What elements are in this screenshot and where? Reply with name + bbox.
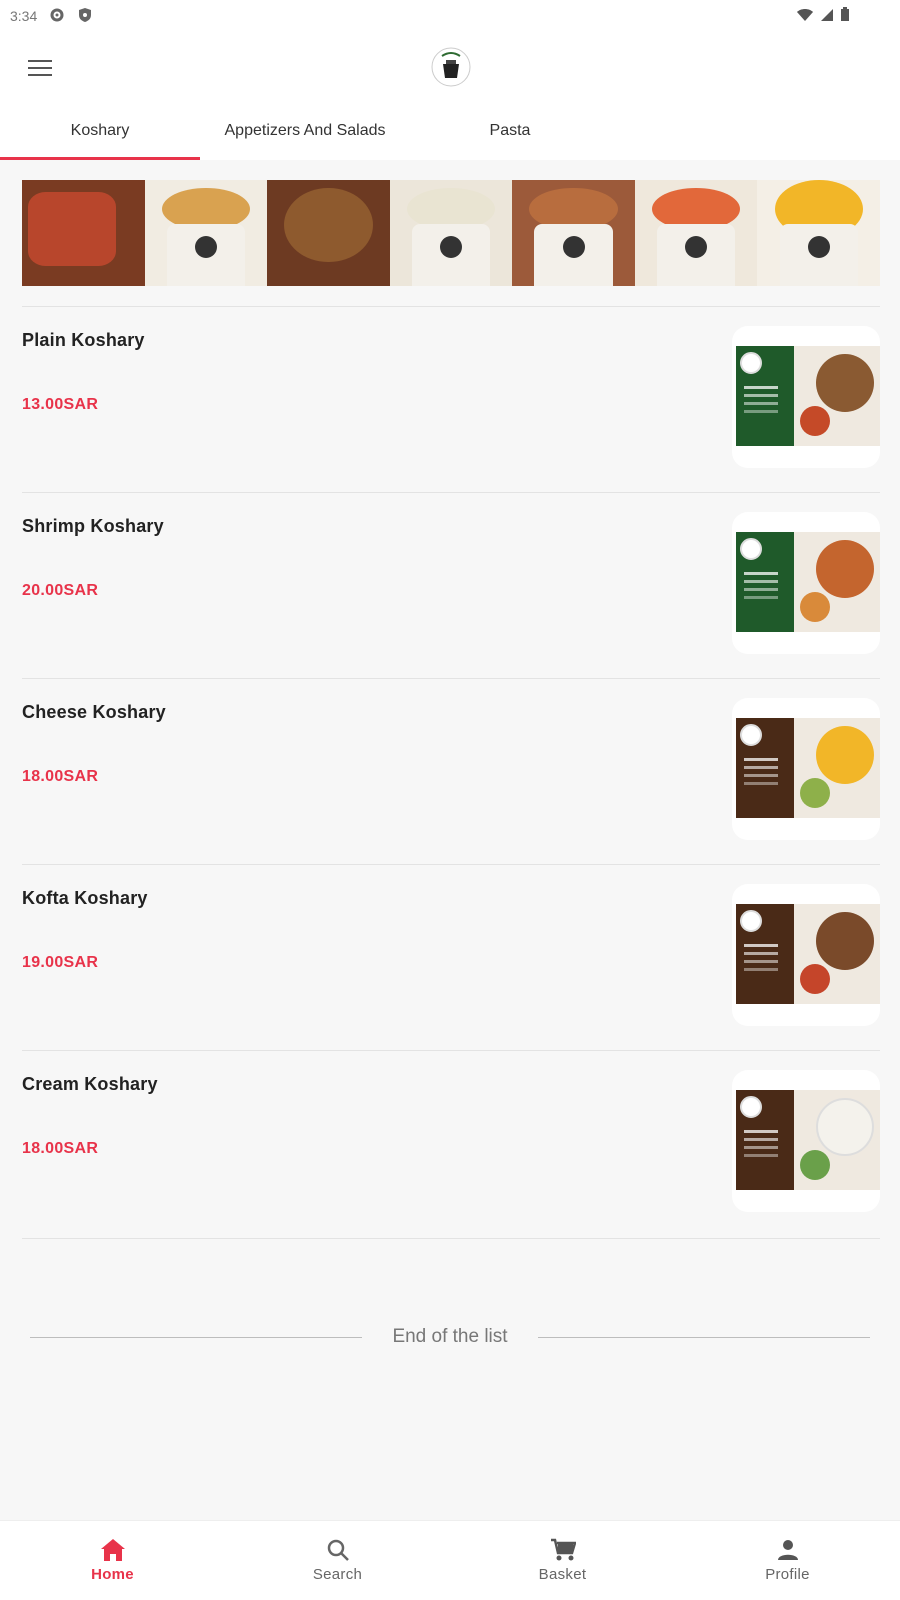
divider [22,864,880,865]
item-image-card[interactable] [732,1070,880,1212]
restaurant-logo [430,46,472,88]
item-image-card[interactable] [732,884,880,1026]
item-name: Plain Koshary [22,330,145,350]
wifi-icon [796,8,814,25]
end-line-left [30,1336,363,1338]
menu-item[interactable]: Cheese Koshary 18.00SAR [22,698,880,860]
menu-item[interactable]: Shrimp Koshary 20.00SAR [22,512,880,674]
category-banner-image [22,180,880,286]
nav-profile[interactable]: Profile [675,1521,900,1600]
status-bar: 3:34 [0,0,900,32]
settings-status-icon [49,7,65,26]
item-price: 20.00SAR [22,582,99,599]
divider [22,306,880,307]
shield-status-icon [77,7,93,26]
item-name: Shrimp Koshary [22,516,164,536]
status-right [796,7,890,25]
status-time: 3:34 [10,8,38,24]
item-name: Kofta Koshary [22,888,148,908]
tab-label: Koshary [70,122,130,139]
tab-label: Appetizers And Salads [224,122,386,139]
battery-icon [840,7,850,25]
app-bar [0,32,900,102]
item-image-card[interactable] [732,512,880,654]
item-image [736,346,880,446]
search-icon [327,1539,349,1561]
item-price: 18.00SAR [22,768,99,785]
banner-photo [144,180,268,286]
banner-photo [512,180,635,286]
item-price: 18.00SAR [22,1140,99,1157]
item-price: 13.00SAR [22,396,99,413]
nav-label: Home [91,1566,134,1583]
menu-item[interactable]: Kofta Koshary 19.00SAR [22,884,880,1046]
tab-appetizers-and-salads[interactable]: Appetizers And Salads [200,102,410,160]
bottom-navigation: Home Search Basket Profile [0,1520,900,1600]
end-of-list-text: End of the list [392,1326,508,1347]
item-name: Cream Koshary [22,1074,158,1094]
end-line-right [537,1336,870,1338]
banner-photo [757,180,880,286]
menu-item[interactable]: Plain Koshary 13.00SAR [22,326,880,488]
nav-search[interactable]: Search [225,1521,450,1600]
home-icon [100,1539,125,1561]
nav-label: Basket [538,1566,587,1583]
profile-icon [777,1540,798,1560]
item-image [736,904,880,1004]
app-screen: 3:34 Koshary Appetizers And Salads Pasta… [0,0,900,1600]
banner-photo [22,180,145,286]
divider [22,678,880,679]
cart-icon [550,1538,576,1561]
item-image [736,1090,880,1190]
divider [22,1050,880,1051]
tab-pasta[interactable]: Pasta [410,102,610,160]
item-image [736,532,880,632]
category-tabs: Koshary Appetizers And Salads Pasta [0,102,900,160]
hamburger-icon [28,60,52,76]
divider [22,492,880,493]
banner-photo [634,180,758,286]
menu-button[interactable] [24,52,56,84]
item-price: 19.00SAR [22,954,99,971]
nav-label: Profile [765,1566,810,1583]
banner-photo [267,180,390,286]
divider [22,1238,880,1239]
item-image-card[interactable] [732,326,880,468]
item-name: Cheese Koshary [22,702,166,722]
tab-label: Pasta [489,122,531,139]
tab-koshary[interactable]: Koshary [0,102,200,160]
item-image-card[interactable] [732,698,880,840]
menu-item[interactable]: Cream Koshary 18.00SAR [22,1070,880,1232]
nav-label: Search [312,1566,363,1583]
banner-photo [389,180,513,286]
item-image [736,718,880,818]
nav-basket[interactable]: Basket [450,1521,675,1600]
signal-icon [820,8,834,25]
nav-home[interactable]: Home [0,1521,225,1600]
end-of-list: End of the list [30,1322,870,1352]
